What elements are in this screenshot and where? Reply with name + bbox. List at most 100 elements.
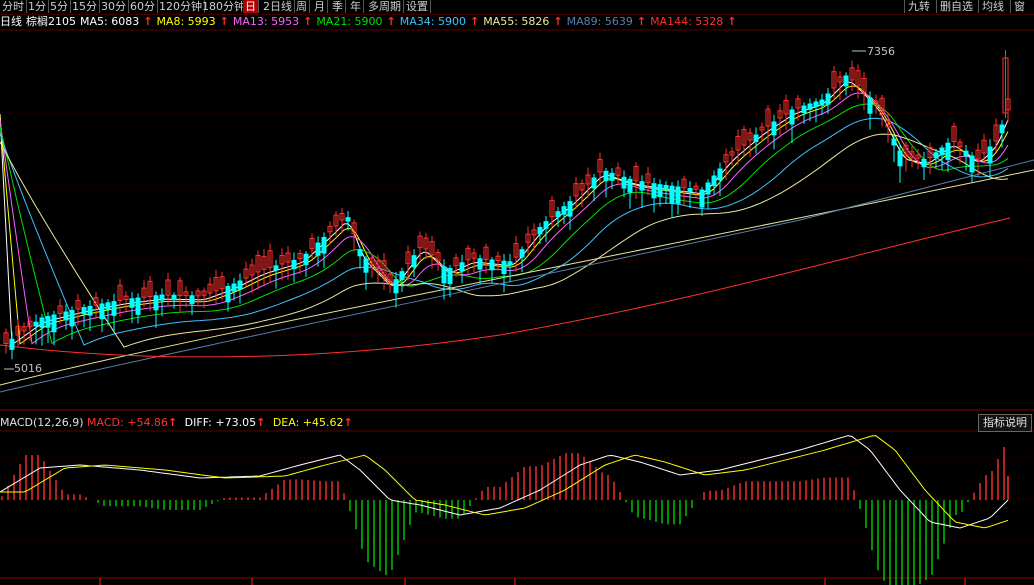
candle-body-137: [825, 93, 831, 105]
candle-body-104: [627, 178, 633, 193]
candle-body-100: [603, 170, 609, 182]
candle-body-16: [99, 303, 105, 320]
candle-body-128: [771, 121, 777, 136]
candle-body-111: [669, 185, 675, 204]
candle-body-131: [789, 109, 795, 125]
candle-body-73: [441, 266, 447, 284]
candle-body-76: [459, 262, 465, 272]
indicator-help-button[interactable]: 指标说明: [978, 414, 1032, 432]
candle-body-59: [357, 249, 363, 257]
candle-body-48: [291, 259, 297, 270]
candle-body-68: [411, 255, 417, 268]
candle-body-116: [699, 189, 705, 208]
candle-body-83: [501, 260, 507, 275]
candle-body-38: [231, 283, 237, 292]
candle-body-92: [555, 211, 561, 218]
candle-body-53: [321, 236, 327, 254]
candle-body-22: [135, 297, 141, 315]
candle-body-52: [315, 242, 321, 256]
candle-body-125: [753, 134, 759, 142]
candle-body-161: [969, 155, 975, 173]
candle-body-144: [867, 97, 873, 114]
ma89-line: [0, 159, 1034, 393]
candle-body-6: [39, 317, 45, 328]
macd-value: MACD: +54.86: [87, 416, 168, 429]
candle-body-31: [189, 295, 195, 305]
candle-body-155: [933, 152, 939, 159]
candle-body-5: [33, 321, 39, 327]
candle-body-140: [843, 75, 849, 87]
candle-body-1: [9, 338, 15, 350]
dea-line: [0, 435, 1009, 529]
candle-body-164: [987, 146, 993, 164]
candle-body-45: [273, 265, 279, 271]
candle-body-103: [621, 176, 627, 189]
candle-body-10: [63, 311, 69, 321]
candle-body-84: [507, 261, 513, 266]
candle-body-17: [105, 302, 111, 310]
candle-body-166: [999, 124, 1005, 134]
candle-body-79: [477, 258, 483, 270]
candle-body-112: [675, 186, 681, 204]
candle-body-66: [399, 271, 405, 281]
dea-arrow-icon: ↑: [343, 416, 353, 429]
candle-body-101: [609, 172, 615, 181]
candle-body-119: [717, 168, 723, 181]
candle-body-28: [171, 294, 177, 300]
candle-body-136: [819, 99, 825, 106]
candle-body-37: [225, 285, 231, 303]
candle-body-149: [897, 150, 903, 167]
ma-line-4: [0, 117, 1009, 346]
candle-body-39: [237, 280, 243, 290]
candle-body-13: [81, 307, 87, 315]
ma-line-1: [0, 85, 1009, 345]
candle-body-98: [591, 177, 597, 189]
macd-arrow-icon: ↑: [167, 416, 178, 429]
candle-body-118: [711, 175, 717, 187]
candle-body-134: [807, 103, 813, 110]
candle-body-156: [939, 147, 945, 156]
candle-body-157: [945, 142, 951, 160]
candle-body-25: [153, 295, 159, 311]
diff-line: [0, 435, 1009, 529]
low-price-tag: 5016: [14, 362, 42, 375]
candle-body-21: [129, 298, 135, 308]
candle-body-106: [639, 181, 645, 191]
candle-body-50: [303, 253, 309, 266]
candle-body-135: [813, 101, 819, 107]
candle-body-74: [447, 268, 453, 285]
candle-body-110: [663, 185, 669, 191]
candle-body-94: [567, 201, 573, 217]
candle-body-18: [111, 301, 117, 316]
candle-body-57: [345, 217, 351, 222]
diff-arrow-icon: ↑: [256, 416, 266, 429]
candle-body-109: [657, 184, 663, 197]
candle-body-108: [651, 183, 657, 199]
diff-value: DIFF: +73.05: [184, 416, 257, 429]
candle-body-8: [51, 314, 57, 333]
candle-body-93: [561, 206, 567, 215]
macd-title: MACD(12,26,9): [0, 416, 84, 429]
candle-body-160: [963, 150, 969, 157]
ma-line-2: [0, 92, 1009, 345]
candle-body-11: [69, 310, 75, 327]
candle-body-153: [921, 158, 927, 168]
candle-body-133: [801, 105, 807, 114]
candle-body-89: [537, 226, 543, 235]
ma55-long-line: [0, 169, 1034, 386]
kline-chart[interactable]: [0, 0, 1034, 585]
candle-body-60: [363, 258, 369, 273]
candle-body-26: [159, 294, 165, 301]
high-price-tag: 7356: [867, 45, 895, 58]
candle-body-7: [45, 316, 51, 328]
candle-body-148: [891, 138, 897, 146]
candle-body-81: [489, 259, 495, 271]
candle-body-65: [393, 279, 399, 294]
macd-legend: MACD(12,26,9) MACD: +54.86↑ DIFF: +73.05…: [0, 416, 353, 430]
candle-body-86: [519, 249, 525, 258]
dea-value: DEA: +45.62: [272, 416, 344, 429]
candle-body-114: [687, 188, 693, 193]
candle-body-90: [543, 221, 549, 229]
candle-body-117: [705, 182, 711, 195]
candle-body-14: [87, 305, 93, 316]
